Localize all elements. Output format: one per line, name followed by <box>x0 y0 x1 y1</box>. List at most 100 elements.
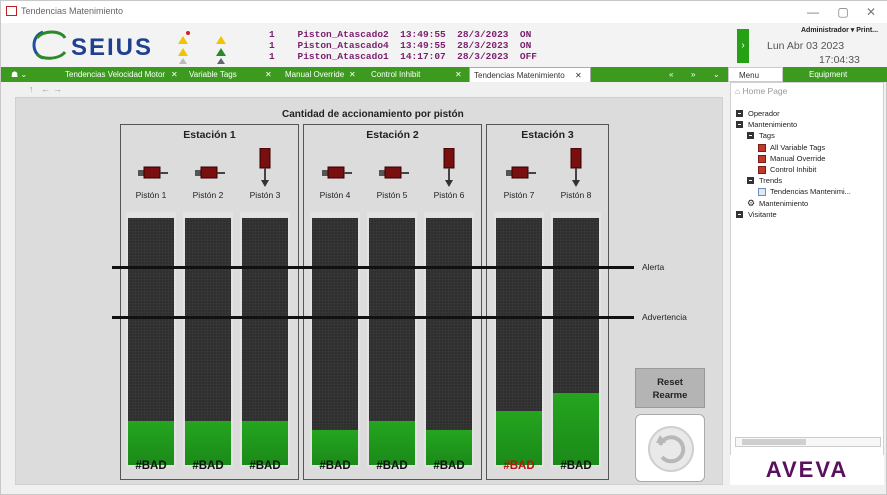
navigation-row: ↑ ← → <box>1 82 728 97</box>
tab-scroll-right-icon[interactable]: » <box>687 67 701 82</box>
advertencia-threshold-line <box>112 316 634 319</box>
piston-bar <box>369 218 415 465</box>
station-title: Estación 3 <box>521 129 574 141</box>
reset-button[interactable]: Reset Rearme <box>635 368 705 408</box>
piston-value-label: #BAD <box>192 460 224 472</box>
minimize-button[interactable]: — <box>798 3 828 21</box>
close-tab-icon[interactable]: ✕ <box>349 67 356 82</box>
reset-refresh-button[interactable] <box>635 414 705 482</box>
tab-menu[interactable]: Menu <box>728 67 783 82</box>
piston-value-label: #BAD <box>249 460 281 472</box>
application-window: Tendencias Matenimiento — ▢ ✕ SEIUS 1 Pi… <box>0 0 887 495</box>
tag-table-icon <box>758 143 766 152</box>
equipment-side-panel: ⌂ Home Page Operador Mantenimiento Tags All… <box>730 82 884 484</box>
piston-value-label: #BAD <box>376 460 408 472</box>
piston-bar-fill <box>185 421 231 465</box>
collapse-icon <box>747 177 754 185</box>
alarm-expand-button[interactable]: › <box>737 29 749 63</box>
tab-manual-override[interactable]: Manual Override ✕ <box>281 67 367 82</box>
piston-bar-track <box>367 212 417 467</box>
piston-label: Pistón 3 <box>249 190 281 200</box>
piston-bar-track <box>310 212 360 467</box>
logo-text: SEIUS <box>71 34 153 61</box>
horizontal-scrollbar[interactable] <box>735 437 881 447</box>
tree-item-label: Trends <box>759 176 783 186</box>
tab-list-chevron-icon[interactable]: ⌄ <box>709 67 723 82</box>
piston-bar <box>242 218 288 465</box>
tree-item-label: Tendencias Mantenimi... <box>770 187 851 197</box>
piston-bar <box>496 218 542 465</box>
piston-label: Pistón 4 <box>319 190 351 200</box>
tab-control-inhibit[interactable]: Control Inhibit ✕ <box>367 67 467 82</box>
piston-bar-fill <box>496 411 542 465</box>
piston-bar-fill <box>369 421 415 465</box>
tab-tendencias-matenimiento[interactable]: Tendencias Matenimiento ✕ <box>469 67 591 82</box>
tab-equipment[interactable]: Equipment <box>783 67 887 82</box>
tag-table-icon <box>758 166 766 174</box>
piston-bar-fill <box>553 393 599 465</box>
piston-bar-track <box>183 212 233 467</box>
up-arrow-icon[interactable]: ↑ <box>29 84 34 94</box>
home-icon: ⌂ <box>735 86 743 96</box>
tab-variable-tags[interactable]: Variable Tags ✕ <box>185 67 279 82</box>
expand-icon <box>736 210 743 218</box>
close-tab-icon[interactable]: ✕ <box>265 67 272 82</box>
seius-logo: SEIUS <box>32 30 153 61</box>
piston-label: Pistón 8 <box>560 190 592 200</box>
tab-label: Variable Tags <box>189 70 237 79</box>
piston-label: Pistón 6 <box>433 190 465 200</box>
expand-icon <box>736 110 743 117</box>
piston-bar <box>426 218 472 465</box>
app-icon <box>6 6 17 16</box>
piston-bar-fill <box>242 421 288 465</box>
alarm-row[interactable]: 1 Piston_Atascado4 13:49:55 28/3/2023 ON <box>269 40 531 51</box>
header: SEIUS 1 Piston_Atascado2 13:49:55 28/3/2… <box>1 23 887 67</box>
piston-bar <box>312 218 358 465</box>
forward-arrow-icon[interactable]: → <box>53 84 62 94</box>
window-title: Tendencias Matenimiento <box>21 6 124 16</box>
piston-label: Pistón 2 <box>192 190 224 200</box>
chart-title: Cantidad de accionamiento por pistón <box>282 109 464 120</box>
piston-value-label: #BAD <box>433 460 465 472</box>
piston-bar-track <box>494 212 544 467</box>
home-page-link[interactable]: ⌂ Home Page <box>735 86 787 96</box>
tree-item-label: All Variable Tags <box>770 142 826 152</box>
tree-item-label: Visitante <box>748 209 777 219</box>
current-time: 17:04:33 <box>819 54 860 66</box>
tab-scroll-left-icon[interactable]: « <box>665 67 679 82</box>
alarm-row[interactable]: 1 Piston_Atascado2 13:49:55 28/3/2023 ON <box>269 29 531 40</box>
tree-item-label: Control Inhibit <box>770 165 817 174</box>
close-button[interactable]: ✕ <box>856 3 886 21</box>
tab-tendencias-velocidad-motor[interactable]: Tendencias Velocidad Motor ✕ <box>61 67 181 82</box>
maximize-button[interactable]: ▢ <box>828 3 858 21</box>
advertencia-label: Advertencia <box>642 312 687 322</box>
home-menu-button[interactable]: ☗ ⌄ <box>1 67 53 82</box>
maintenance-chart-panel: Cantidad de accionamiento por pistón Est… <box>15 97 723 485</box>
close-tab-icon[interactable]: ✕ <box>455 67 462 82</box>
back-arrow-icon[interactable]: ← <box>41 84 50 94</box>
piston-icon <box>506 148 536 191</box>
aveva-logo: AVEVA <box>730 455 884 485</box>
home-page-label: Home Page <box>742 86 788 96</box>
user-menu[interactable]: Administrador ▾ Print... <box>801 26 878 34</box>
current-date: Lun Abr 03 2023 <box>767 40 845 52</box>
piston-icon <box>138 148 168 191</box>
piston-icon <box>195 148 225 191</box>
refresh-icon <box>648 426 694 472</box>
tree-item-label: Tags <box>759 131 775 141</box>
gear-icon: ⚙ <box>747 197 756 208</box>
piston-value-label: #BAD <box>503 460 535 472</box>
piston-bar-fill <box>128 421 174 465</box>
piston-icon <box>379 148 409 191</box>
scrollbar-thumb[interactable] <box>742 439 806 445</box>
alarm-row[interactable]: 1 Piston_Atascado1 14:17:07 28/3/2023 OF… <box>269 51 537 62</box>
alarm-summary-icons[interactable] <box>177 26 253 64</box>
piston-icon <box>563 147 589 191</box>
alerta-threshold-line <box>112 266 634 269</box>
reset-label: Reset <box>657 377 683 388</box>
piston-icon <box>252 147 278 191</box>
piston-bar <box>128 218 174 465</box>
close-tab-icon[interactable]: ✕ <box>171 67 178 82</box>
tab-label: Tendencias Velocidad Motor <box>65 70 166 79</box>
close-tab-icon[interactable]: ✕ <box>575 68 582 83</box>
